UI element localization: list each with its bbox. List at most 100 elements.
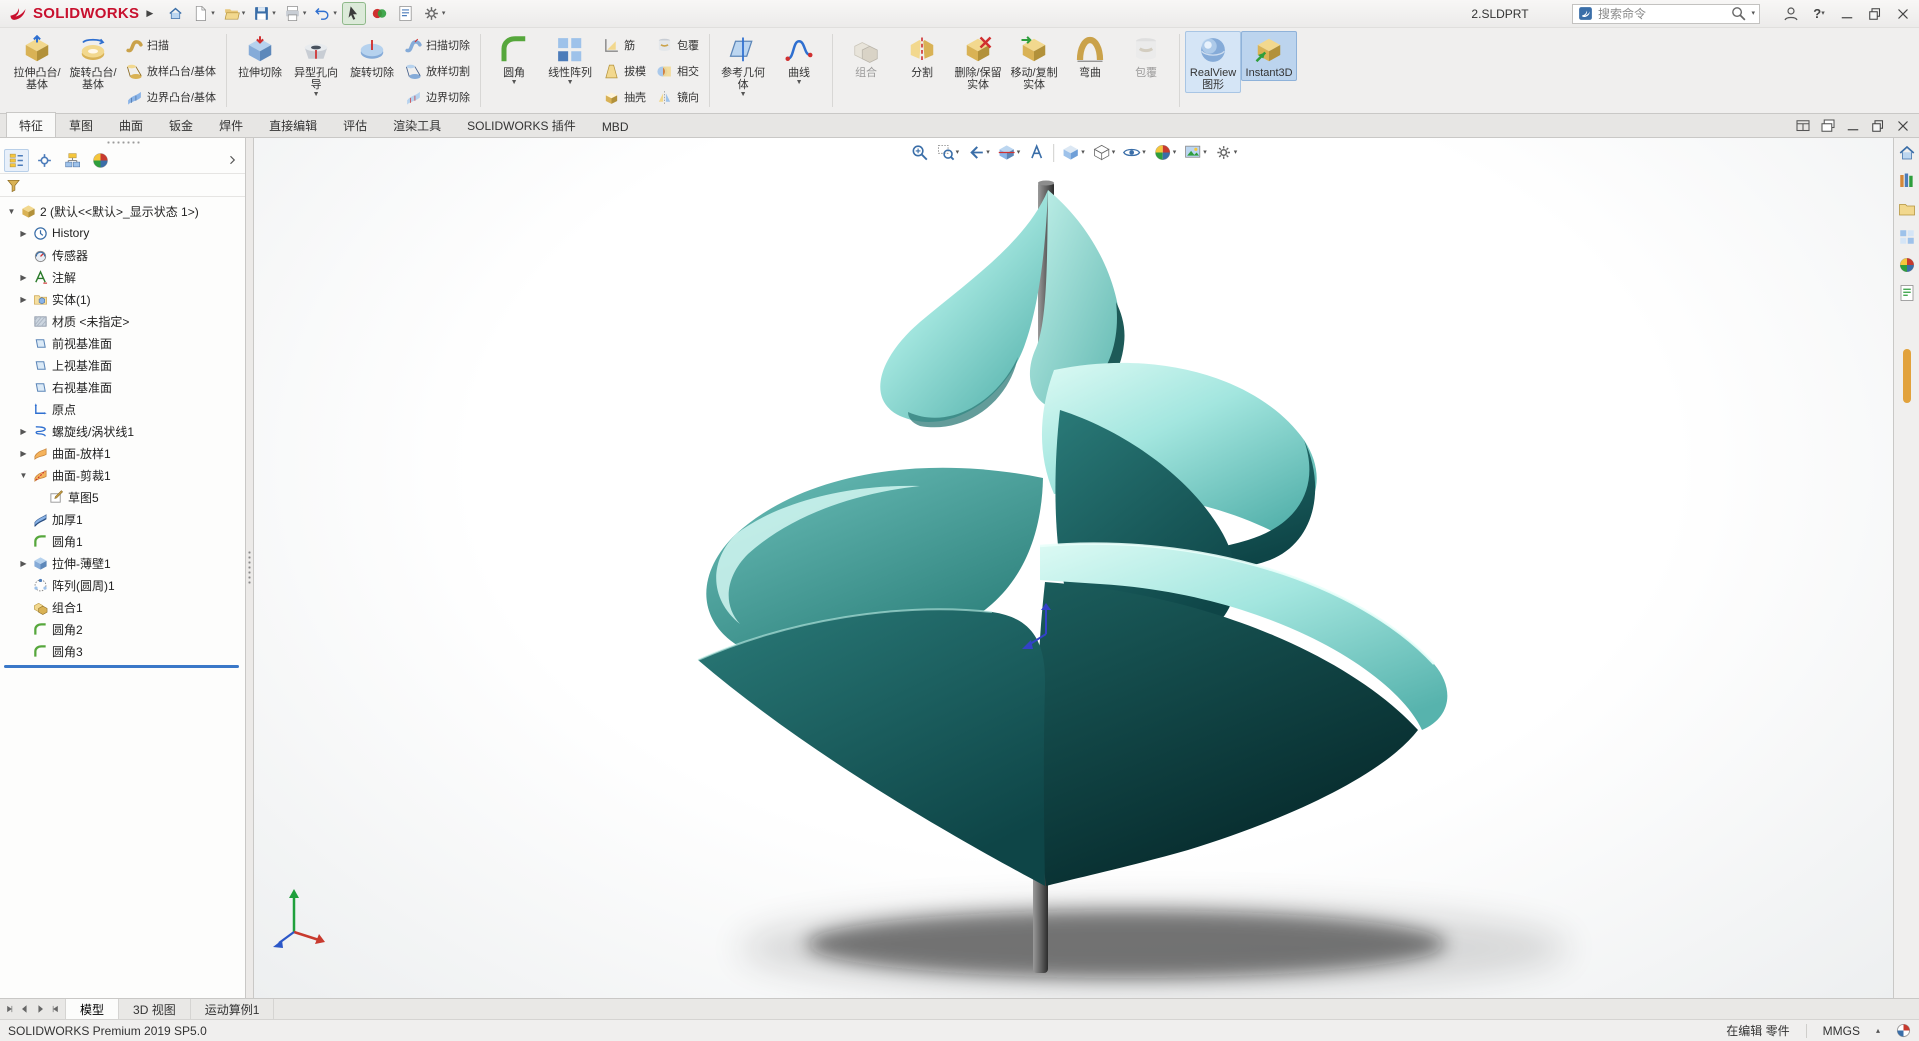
dropdown-arrow-icon[interactable]: ▾ bbox=[272, 10, 276, 17]
collapsed-arrow-icon[interactable]: ▶ bbox=[18, 449, 29, 458]
extruded-cut-button[interactable]: 拉伸切除 bbox=[232, 31, 288, 81]
command-search-box[interactable]: 搜索命令 ▾ bbox=[1572, 3, 1760, 24]
custom-properties-tab[interactable] bbox=[1897, 283, 1917, 303]
file-explorer-tab[interactable] bbox=[1897, 199, 1917, 219]
task-pane-indicator[interactable] bbox=[1902, 349, 1911, 403]
dropdown-arrow-icon[interactable]: ▾ bbox=[1142, 149, 1146, 156]
tree-item-thicken1[interactable]: 加厚1 bbox=[2, 508, 245, 530]
panel-splitter[interactable] bbox=[246, 138, 254, 998]
shell-button[interactable]: 抽壳 bbox=[598, 84, 651, 110]
tab-mbd[interactable]: MBD bbox=[589, 115, 642, 137]
mirror-button[interactable]: 镜向 bbox=[651, 84, 704, 110]
collapsed-arrow-icon[interactable]: ▶ bbox=[18, 559, 29, 568]
extruded-boss-base-button[interactable]: 拉伸凸台/基体 bbox=[9, 31, 65, 93]
configurationmanager-tab[interactable] bbox=[60, 149, 85, 172]
delete-keep-body-button[interactable]: 删除/保留实体 bbox=[950, 31, 1006, 93]
new-document-button[interactable]: ▾ bbox=[189, 2, 218, 25]
tree-item-history[interactable]: ▶ History bbox=[2, 222, 245, 244]
tab-sheet-metal[interactable]: 钣金 bbox=[156, 112, 206, 137]
search-icon[interactable] bbox=[1730, 5, 1747, 22]
turbine-3d-model[interactable] bbox=[254, 138, 1893, 998]
options-button[interactable]: ▾ bbox=[420, 2, 449, 25]
tree-item-solid-bodies[interactable]: ▶ 实体(1) bbox=[2, 288, 245, 310]
tree-item-front-plane[interactable]: 前视基准面 bbox=[2, 332, 245, 354]
dynamic-annotation-views-button[interactable] bbox=[1024, 141, 1049, 164]
lofted-boss-base-button[interactable]: 放样凸台/基体 bbox=[121, 58, 221, 84]
move-copy-body-button[interactable]: 移动/复制实体 bbox=[1006, 31, 1062, 93]
collapsed-arrow-icon[interactable]: ▶ bbox=[18, 295, 29, 304]
tree-item-surface-loft1[interactable]: ▶ 曲面-放样1 bbox=[2, 442, 245, 464]
zoom-to-area-button[interactable]: ▾ bbox=[933, 141, 963, 164]
curves-button[interactable]: 曲线 ▼ bbox=[771, 31, 827, 88]
dropdown-arrow-icon[interactable]: ▾ bbox=[242, 10, 246, 17]
edit-appearance-button[interactable]: ▾ bbox=[1150, 141, 1180, 164]
print-button[interactable]: ▾ bbox=[281, 2, 310, 25]
lofted-cut-button[interactable]: 放样切割 bbox=[400, 58, 475, 84]
boundary-boss-base-button[interactable]: 边界凸台/基体 bbox=[121, 84, 221, 110]
collapsed-arrow-icon[interactable]: ▶ bbox=[18, 229, 29, 238]
tree-item-right-plane[interactable]: 右视基准面 bbox=[2, 376, 245, 398]
hole-wizard-button[interactable]: 异型孔向导 ▼ bbox=[288, 31, 344, 100]
intersect-button[interactable]: 相交 bbox=[651, 58, 704, 84]
dropdown-arrow-icon[interactable]: ▼ bbox=[740, 91, 747, 98]
tree-item-fillet2[interactable]: 圆角2 bbox=[2, 618, 245, 640]
logo-flyout-arrow[interactable]: ▶ bbox=[146, 8, 153, 19]
tab-solidworks-add-ins[interactable]: SOLIDWORKS 插件 bbox=[454, 112, 589, 137]
tree-item-fillet3[interactable]: 圆角3 bbox=[2, 640, 245, 662]
dropdown-arrow-icon[interactable]: ▾ bbox=[956, 149, 960, 156]
next-tab-button[interactable] bbox=[33, 1002, 47, 1017]
instant3d-button[interactable]: Instant3D bbox=[1241, 31, 1298, 81]
tab-surfaces[interactable]: 曲面 bbox=[106, 112, 156, 137]
dropdown-arrow-icon[interactable]: ▾ bbox=[211, 10, 215, 17]
rib-button[interactable]: 筋 bbox=[598, 32, 651, 58]
tree-item-sensors[interactable]: 传感器 bbox=[2, 244, 245, 266]
display-style-button[interactable]: ▾ bbox=[1089, 141, 1119, 164]
restore-button[interactable] bbox=[1861, 2, 1889, 26]
dropdown-arrow-icon[interactable]: ▼ bbox=[796, 79, 803, 86]
tree-root-item[interactable]: ▼ 2 (默认<<默认>_显示状态 1>) bbox=[2, 200, 245, 222]
previous-view-button[interactable]: ▾ bbox=[963, 141, 993, 164]
file-properties-button[interactable] bbox=[394, 2, 418, 25]
tree-item-material[interactable]: 材质 <未指定> bbox=[2, 310, 245, 332]
propertymanager-tab[interactable] bbox=[32, 149, 57, 172]
tree-item-top-plane[interactable]: 上视基准面 bbox=[2, 354, 245, 376]
draft-button[interactable]: 拔模 bbox=[598, 58, 651, 84]
reference-geometry-button[interactable]: 参考几何体 ▼ bbox=[715, 31, 771, 100]
panel-grip[interactable] bbox=[0, 138, 245, 147]
graphics-area[interactable]: ▾ ▾ ▾ ▾ ▾ ▾ ▾ ▾ ▾ bbox=[254, 138, 1893, 998]
panel-flyout-arrow[interactable] bbox=[223, 151, 241, 169]
customize-icon[interactable] bbox=[1896, 1023, 1911, 1038]
minimize-button[interactable] bbox=[1833, 2, 1861, 26]
revolved-cut-button[interactable]: 旋转切除 bbox=[344, 31, 400, 81]
zoom-to-fit-button[interactable] bbox=[907, 141, 932, 164]
tree-item-surface-trim1[interactable]: ▼ 曲面-剪裁1 bbox=[2, 464, 245, 486]
collapsed-arrow-icon[interactable]: ▶ bbox=[18, 427, 29, 436]
first-tab-button[interactable] bbox=[3, 1002, 17, 1017]
dropdown-arrow-icon[interactable]: ▾ bbox=[986, 149, 990, 156]
hide-show-items-button[interactable]: ▾ bbox=[1119, 141, 1149, 164]
close-button[interactable] bbox=[1889, 2, 1917, 26]
doc-restore-button[interactable] bbox=[1866, 115, 1890, 136]
tree-item-fillet1[interactable]: 圆角1 bbox=[2, 530, 245, 552]
tree-item-origin[interactable]: 原点 bbox=[2, 398, 245, 420]
dropdown-arrow-icon[interactable]: ▼ bbox=[567, 79, 574, 86]
doc-close-button[interactable] bbox=[1891, 115, 1915, 136]
wrap-2-button[interactable]: 包覆 bbox=[1118, 31, 1174, 81]
collapsed-arrow-icon[interactable]: ▶ bbox=[18, 273, 29, 282]
save-button[interactable]: ▾ bbox=[250, 2, 279, 25]
filter-funnel-icon[interactable] bbox=[6, 178, 21, 193]
user-button[interactable] bbox=[1777, 2, 1805, 26]
combine-button[interactable]: 组合 bbox=[838, 31, 894, 81]
tab-features[interactable]: 特征 bbox=[6, 112, 57, 137]
open-button[interactable]: ▾ bbox=[220, 2, 249, 25]
dropdown-arrow-icon[interactable]: ▾ bbox=[442, 10, 446, 17]
dropdown-arrow-icon[interactable]: ▾ bbox=[1173, 149, 1177, 156]
tab-evaluate[interactable]: 评估 bbox=[330, 112, 380, 137]
view-settings-button[interactable]: ▾ bbox=[1211, 141, 1241, 164]
help-button[interactable]: ? ▾ bbox=[1805, 2, 1833, 26]
home-pane-tab[interactable] bbox=[1897, 143, 1917, 163]
dropdown-arrow-icon[interactable]: ▾ bbox=[1203, 149, 1207, 156]
wrap-button[interactable]: 包覆 bbox=[651, 32, 704, 58]
tree-item-combine1[interactable]: 组合1 bbox=[2, 596, 245, 618]
tab-render-tools[interactable]: 渲染工具 bbox=[380, 112, 454, 137]
